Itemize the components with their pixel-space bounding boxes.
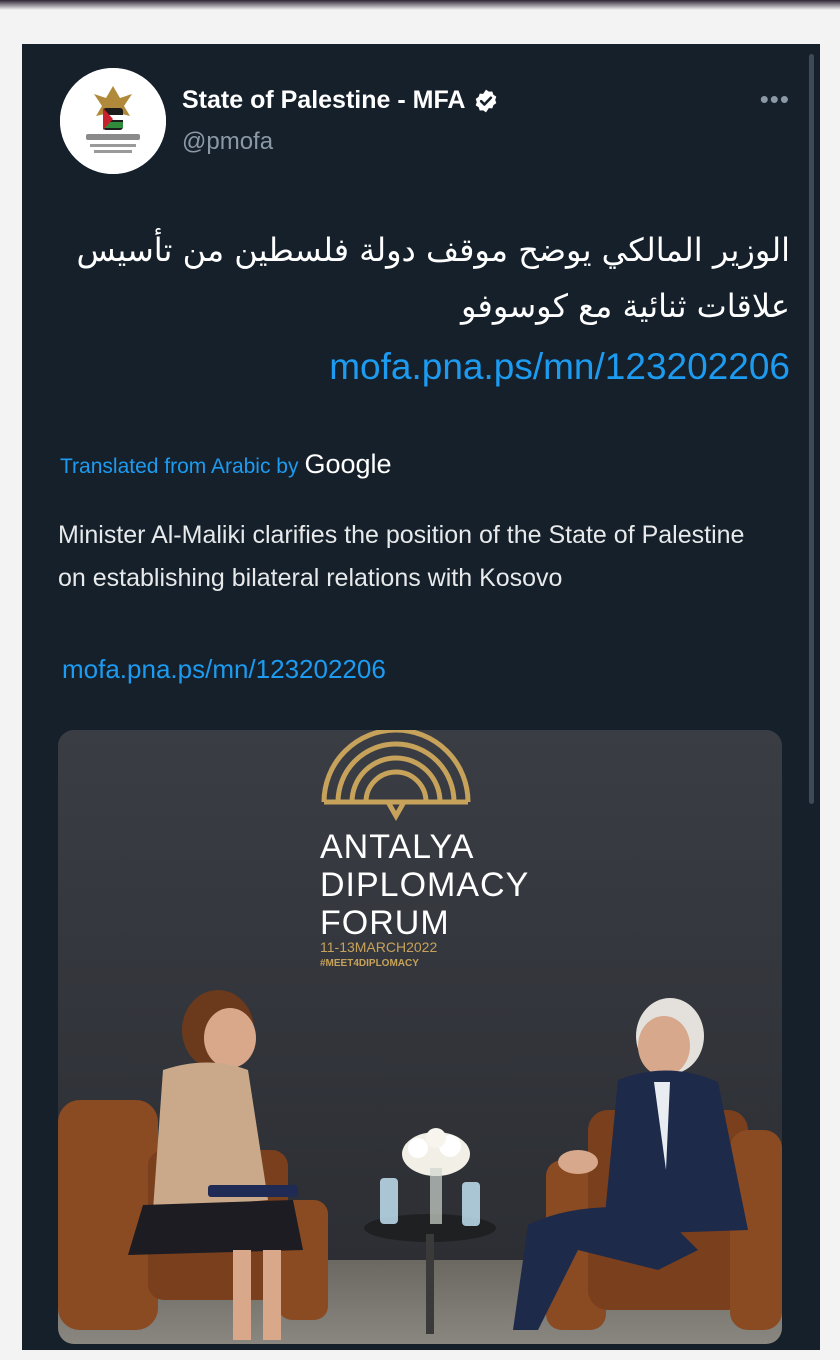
sign-dates: 11-13MARCH2022 xyxy=(320,939,437,955)
scrollbar[interactable] xyxy=(809,54,814,804)
translation-attribution[interactable]: Translated from Arabic by Google xyxy=(60,449,392,480)
tweet-link[interactable]: mofa.pna.ps/mn/123202206 xyxy=(329,346,790,388)
tweet-card[interactable]: State of Palestine - MFA @pmofa ••• الوز… xyxy=(22,44,820,1350)
tweet-translation: Minister Al-Maliki clarifies the positio… xyxy=(58,521,745,592)
avatar[interactable] xyxy=(60,68,166,174)
display-name[interactable]: State of Palestine - MFA xyxy=(182,86,465,115)
sign-line-1: ANTALYA xyxy=(320,828,474,866)
translation-link[interactable]: mofa.pna.ps/mn/123202206 xyxy=(62,654,386,685)
author-row: State of Palestine - MFA xyxy=(182,86,499,115)
sign-line-3: FORUM xyxy=(320,904,450,942)
tweet-text-arabic: الوزير المالكي يوضح موقف دولة فلسطين من … xyxy=(76,231,790,325)
google-logo: Google xyxy=(304,449,392,479)
verified-badge-icon xyxy=(473,88,499,114)
top-strip xyxy=(0,0,840,10)
translated-label: Translated from Arabic by xyxy=(60,455,299,478)
sign-hashtag: #MEET4DIPLOMACY xyxy=(320,958,419,969)
handle[interactable]: @pmofa xyxy=(182,128,273,156)
tweet-photo[interactable]: ANTALYA DIPLOMACY FORUM 11-13MARCH2022 #… xyxy=(58,730,782,1344)
more-horizontal-icon[interactable]: ••• xyxy=(760,84,790,115)
sign-line-2: DIPLOMACY xyxy=(320,866,529,904)
palestine-emblem-icon xyxy=(60,68,166,174)
